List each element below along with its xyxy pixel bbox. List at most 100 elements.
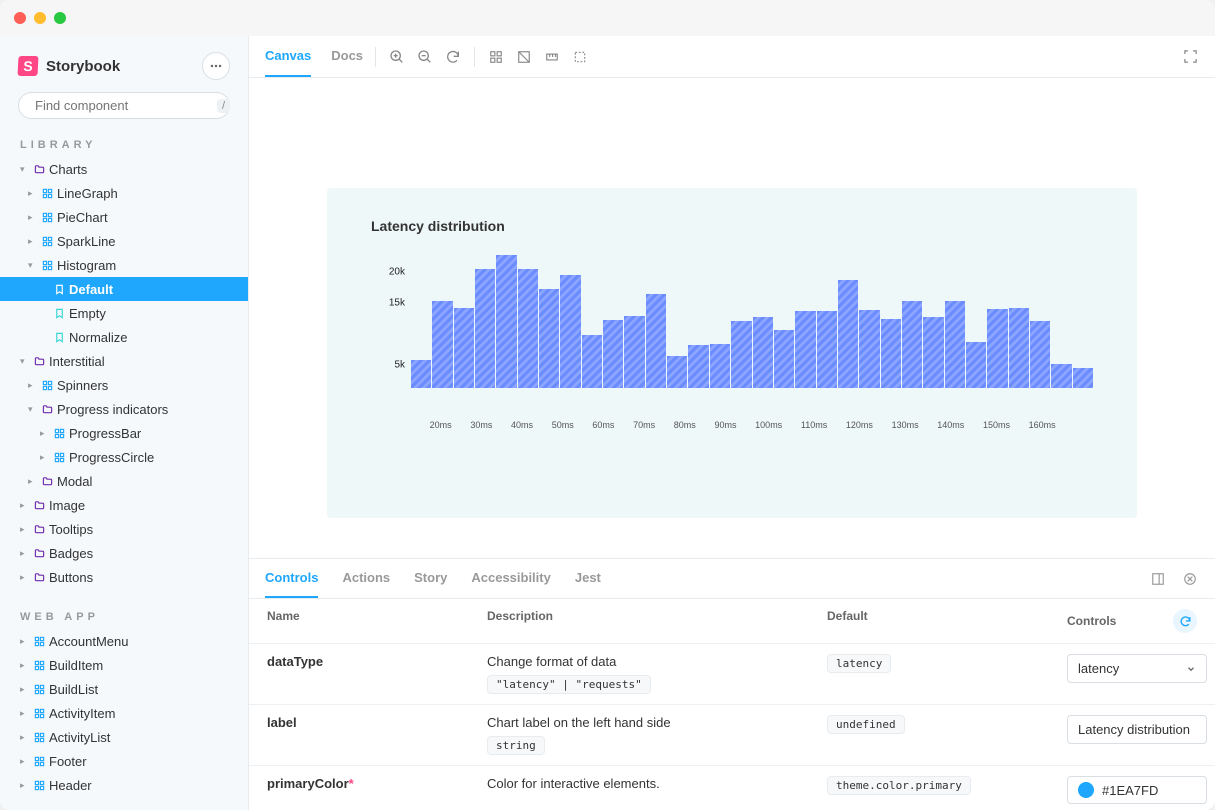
brand-name: Storybook: [46, 58, 120, 75]
sidebar-item-sparkline[interactable]: ▸SparkLine: [0, 229, 248, 253]
histogram-bar: [1073, 368, 1093, 388]
histogram-bar: [667, 356, 687, 388]
sidebar-item-accountmenu[interactable]: ▸AccountMenu: [0, 629, 248, 653]
histogram-bar: [817, 311, 837, 388]
sidebar-item-charts[interactable]: ▾Charts: [0, 157, 248, 181]
sidebar-item-label: Buttons: [49, 570, 93, 585]
sidebar-item-builditem[interactable]: ▸BuildItem: [0, 653, 248, 677]
sidebar-item-activitylist[interactable]: ▸ActivityList: [0, 725, 248, 749]
component-icon: [33, 755, 45, 767]
sidebar-item-default[interactable]: Default: [0, 277, 248, 301]
histogram-bar: [582, 335, 602, 388]
viewport-button[interactable]: [543, 48, 561, 66]
chart-xaxis: 20ms30ms40ms50ms60ms70ms80ms90ms100ms110…: [411, 420, 1093, 430]
sidebar-item-label: Interstitial: [49, 354, 105, 369]
chart-title: Latency distribution: [371, 218, 1093, 234]
sidebar-item-progressbar[interactable]: ▸ProgressBar: [0, 421, 248, 445]
ytick: 20k: [389, 267, 405, 278]
histogram-bar: [987, 309, 1007, 388]
sidebar-item-label: PieChart: [57, 210, 108, 225]
arg-description: Color for interactive elements.: [487, 776, 817, 791]
addon-tab-story[interactable]: Story: [414, 559, 447, 598]
story-icon: [53, 283, 65, 295]
caret-icon: ▸: [20, 524, 29, 535]
tab-docs[interactable]: Docs: [331, 36, 363, 77]
zoom-in-button[interactable]: [388, 48, 406, 66]
sidebar-item-linegraph[interactable]: ▸LineGraph: [0, 181, 248, 205]
caret-icon: ▸: [20, 660, 29, 671]
grid-button[interactable]: [487, 48, 505, 66]
addon-tab-actions[interactable]: Actions: [342, 559, 390, 598]
sidebar-item-footer[interactable]: ▸Footer: [0, 749, 248, 773]
histogram-bar: [710, 344, 730, 389]
sidebar-menu-button[interactable]: [202, 52, 230, 80]
outline-icon: [573, 50, 587, 64]
sidebar-item-buttons[interactable]: ▸ Buttons: [0, 565, 248, 589]
search-input[interactable]: [35, 98, 211, 113]
xtick: 60ms: [592, 420, 614, 430]
addons-orientation-button[interactable]: [1149, 570, 1167, 588]
background-button[interactable]: [515, 48, 533, 66]
sidebar-item-empty[interactable]: Empty: [0, 301, 248, 325]
histogram-bar: [795, 311, 815, 388]
sidebar-item-activityitem[interactable]: ▸ActivityItem: [0, 701, 248, 725]
sidebar-item-header[interactable]: ▸Header: [0, 773, 248, 797]
section-webapp: WEB APP: [0, 605, 248, 629]
zoom-out-button[interactable]: [416, 48, 434, 66]
sidebar-item-label: Normalize: [69, 330, 128, 345]
fullscreen-button[interactable]: [1181, 48, 1199, 66]
sidebar-item-modal[interactable]: ▸Modal: [0, 469, 248, 493]
histogram-bar: [496, 255, 516, 388]
brand[interactable]: S Storybook: [18, 56, 120, 76]
caret-icon: ▸: [20, 780, 29, 791]
addon-tab-controls[interactable]: Controls: [265, 559, 318, 598]
histogram-bar: [838, 280, 858, 388]
control-color-primaryColor[interactable]: #1EA7FD: [1067, 776, 1207, 804]
measure-button[interactable]: [571, 48, 589, 66]
sidebar-item-piechart[interactable]: ▸PieChart: [0, 205, 248, 229]
folder-icon: [41, 475, 53, 487]
sidebar-item-badges[interactable]: ▸Badges: [0, 541, 248, 565]
control-select-dataType[interactable]: latency: [1067, 654, 1207, 683]
maximize-window[interactable]: [54, 12, 66, 24]
sidebar-item-histogram[interactable]: ▾Histogram: [0, 253, 248, 277]
search-input-wrapper[interactable]: /: [18, 92, 230, 119]
control-text-label[interactable]: Latency distribution: [1067, 715, 1207, 744]
component-icon: [53, 427, 65, 439]
sidebar-item-buildlist[interactable]: ▸BuildList: [0, 677, 248, 701]
caret-icon: ▸: [20, 572, 29, 583]
histogram-bar: [1030, 321, 1050, 388]
component-icon: [33, 635, 45, 647]
sidebar-item-image[interactable]: ▸Image: [0, 493, 248, 517]
minimize-window[interactable]: [34, 12, 46, 24]
sidebar-item-tooltips[interactable]: ▸Tooltips: [0, 517, 248, 541]
zoom-reset-button[interactable]: [444, 48, 462, 66]
folder-icon: [33, 523, 45, 535]
story-icon: [53, 331, 65, 343]
histogram-bar: [646, 294, 666, 388]
tab-canvas[interactable]: Canvas: [265, 36, 311, 77]
addon-tab-jest[interactable]: Jest: [575, 559, 601, 598]
sidebar-item-progress-indicators[interactable]: ▾Progress indicators: [0, 397, 248, 421]
sidebar-item-spinners[interactable]: ▸Spinners: [0, 373, 248, 397]
sidebar: S Storybook / LIBRARY ▾Charts▸LineGraph▸…: [0, 36, 249, 810]
arg-type: string: [487, 736, 545, 755]
addon-tab-accessibility[interactable]: Accessibility: [471, 559, 551, 598]
histogram-bar: [688, 345, 708, 388]
component-icon: [33, 683, 45, 695]
addons-close-button[interactable]: [1181, 570, 1199, 588]
histogram-bar: [624, 316, 644, 388]
histogram-bar: [1051, 364, 1071, 388]
sidebar-item-progresscircle[interactable]: ▸ProgressCircle: [0, 445, 248, 469]
caret-icon: ▾: [28, 404, 37, 415]
sidebar-item-interstitial[interactable]: ▾Interstitial: [0, 349, 248, 373]
histogram-bar: [902, 301, 922, 388]
caret-icon: ▸: [28, 476, 37, 487]
reset-controls-button[interactable]: [1173, 609, 1197, 633]
arg-name: dataType: [267, 654, 323, 669]
folder-icon: [33, 547, 45, 559]
folder-icon: [33, 163, 45, 175]
histogram-component: Latency distribution 5k15k20k 20ms30ms40…: [327, 188, 1137, 518]
close-window[interactable]: [14, 12, 26, 24]
sidebar-item-normalize[interactable]: Normalize: [0, 325, 248, 349]
